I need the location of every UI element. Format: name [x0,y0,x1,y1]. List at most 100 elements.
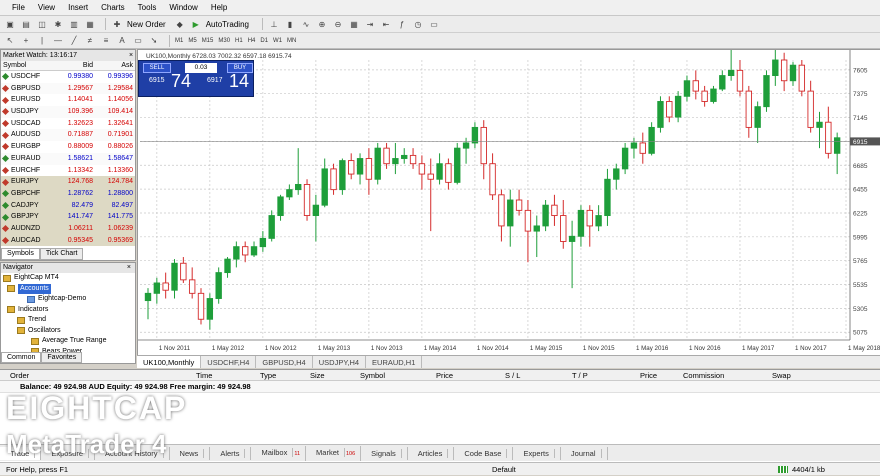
buy-price-big[interactable]: 14 [229,71,249,92]
label-icon[interactable]: ▭ [132,35,144,46]
terminal-icon[interactable]: ▥ [68,19,80,30]
tab-market[interactable]: Market 106 [306,445,362,461]
column-sl[interactable]: S / L [505,370,520,381]
tab-experts[interactable]: Experts [513,446,561,460]
market-watch-row[interactable]: GBPCHF 1.28762 1.28800 [1,187,135,200]
bar-chart-icon[interactable]: ⊥ [268,19,280,30]
market-watch-row[interactable]: EURJPY 124.768 124.784 [1,176,135,188]
new-chart-icon[interactable]: ▣ [4,19,16,30]
nav-item-atr[interactable]: Average True Range [1,336,135,347]
column-symbol[interactable]: Symbol [1,61,55,70]
market-watch-row[interactable]: EURAUD 1.58621 1.58647 [1,152,135,165]
timeframe-h4[interactable]: H4 [248,38,256,44]
autoscroll-icon[interactable]: ⇥ [364,19,376,30]
tab-favorites[interactable]: Favorites [41,352,83,363]
column-size[interactable]: Size [310,370,325,381]
timeframe-h1[interactable]: H1 [235,38,243,44]
sell-button[interactable]: SELL [143,63,171,73]
column-ask[interactable]: Ask [93,61,133,70]
tab-usdchf-h4[interactable]: USDCHF,H4 [201,356,257,368]
market-watch-row[interactable]: AUDUSD 0.71887 0.71901 [1,129,135,142]
tab-code-base[interactable]: Code Base [454,446,514,460]
market-watch-row[interactable]: USDCHF 0.99380 0.99396 [1,71,135,83]
tab-alerts[interactable]: Alerts [210,446,252,460]
cursor-icon[interactable]: ↖ [4,35,16,46]
nav-item-indicators[interactable]: Indicators [1,305,135,316]
tab-gbpusd-h4[interactable]: GBPUSD,H4 [256,356,313,368]
tab-articles[interactable]: Articles [408,446,455,460]
menu-charts[interactable]: Charts [101,3,125,12]
channel-icon[interactable]: ≠ [84,35,96,46]
close-icon[interactable]: × [129,50,135,61]
tab-common[interactable]: Common [1,352,42,363]
tab-account-history[interactable]: Account History [95,446,170,460]
line-chart-icon[interactable]: ∿ [300,19,312,30]
market-watch-row[interactable]: EURCHF 1.13342 1.13360 [1,164,135,177]
tab-usdjpy-h4[interactable]: USDJPY,H4 [313,356,367,368]
text-icon[interactable]: A [116,35,128,46]
new-order-button[interactable]: ✚ New Order [111,19,166,30]
timeframe-d1[interactable]: D1 [260,38,268,44]
tile-windows-icon[interactable]: ▦ [348,19,360,30]
arrows-icon[interactable]: ➘ [148,35,160,46]
nav-item-root[interactable]: EightCap MT4 [1,273,135,284]
column-type[interactable]: Type [260,370,276,381]
market-watch-row[interactable]: AUDNZD 1.06211 1.06239 [1,222,135,235]
timeframe-w1[interactable]: W1 [273,38,282,44]
market-watch-row[interactable]: GBPUSD 1.29567 1.29584 [1,82,135,95]
chart-shift-icon[interactable]: ⇤ [380,19,392,30]
timeframe-m1[interactable]: M1 [175,38,183,44]
market-watch-row[interactable]: CADJPY 82.479 82.497 [1,199,135,212]
market-watch-row[interactable]: GBPJPY 141.747 141.775 [1,211,135,223]
fibonacci-icon[interactable]: ≡ [100,35,112,46]
vertical-line-icon[interactable]: | [36,35,48,46]
trendline-icon[interactable]: ╱ [68,35,80,46]
column-bid[interactable]: Bid [55,61,93,70]
column-time[interactable]: Time [196,370,212,381]
zoom-in-icon[interactable]: ⊕ [316,19,328,30]
nav-item-accounts[interactable]: Accounts [1,283,135,294]
timeframe-mn[interactable]: MN [287,38,296,44]
tab-exposure[interactable]: Exposure [41,446,96,460]
timeframe-m30[interactable]: M30 [218,38,230,44]
indicators-icon[interactable]: ƒ [396,19,408,30]
column-commission[interactable]: Commission [683,370,724,381]
crosshair-icon[interactable]: + [20,35,32,46]
candlestick-icon[interactable]: ▮ [284,19,296,30]
nav-item-demo-account[interactable]: Eightcap-Demo [1,294,135,305]
autotrading-button[interactable]: ▶ AutoTrading [190,19,249,30]
zoom-out-icon[interactable]: ⊖ [332,19,344,30]
column-price-current[interactable]: Price [640,370,657,381]
profiles-icon[interactable]: ▤ [20,19,32,30]
tab-journal[interactable]: Journal [561,446,608,460]
menu-file[interactable]: File [12,3,25,12]
tab-euraud-h1[interactable]: EURAUD,H1 [366,356,423,368]
column-order[interactable]: Order [10,370,29,381]
column-symbol[interactable]: Symbol [360,370,385,381]
nav-item-trend[interactable]: Trend [1,315,135,326]
tab-uk100-monthly[interactable]: UK100,Monthly [137,356,202,368]
templates-icon[interactable]: ▭ [428,19,440,30]
close-icon[interactable]: × [127,263,131,273]
periods-icon[interactable]: ◷ [412,19,424,30]
tester-icon[interactable]: ▦ [84,19,96,30]
status-profile[interactable]: Default [492,463,516,476]
metaeditor-icon[interactable]: ◆ [174,19,186,30]
column-price[interactable]: Price [436,370,453,381]
tab-mailbox[interactable]: Mailbox 11 [251,445,307,461]
menu-window[interactable]: Window [169,3,197,12]
tab-news[interactable]: News [170,446,211,460]
menu-view[interactable]: View [38,3,55,12]
market-watch-row[interactable]: EURUSD 1.14041 1.14056 [1,94,135,107]
tab-tick-chart[interactable]: Tick Chart [39,248,84,260]
sell-price-big[interactable]: 74 [171,71,191,92]
menu-help[interactable]: Help [211,3,227,12]
column-swap[interactable]: Swap [772,370,791,381]
tab-trade[interactable]: Trade [0,446,42,460]
timeframe-m5[interactable]: M5 [188,38,196,44]
tab-symbols[interactable]: Symbols [1,248,40,260]
column-tp[interactable]: T / P [572,370,588,381]
market-watch-row[interactable]: EURGBP 0.88009 0.88026 [1,141,135,153]
market-watch-icon[interactable]: ◫ [36,19,48,30]
horizontal-line-icon[interactable]: — [52,35,64,46]
